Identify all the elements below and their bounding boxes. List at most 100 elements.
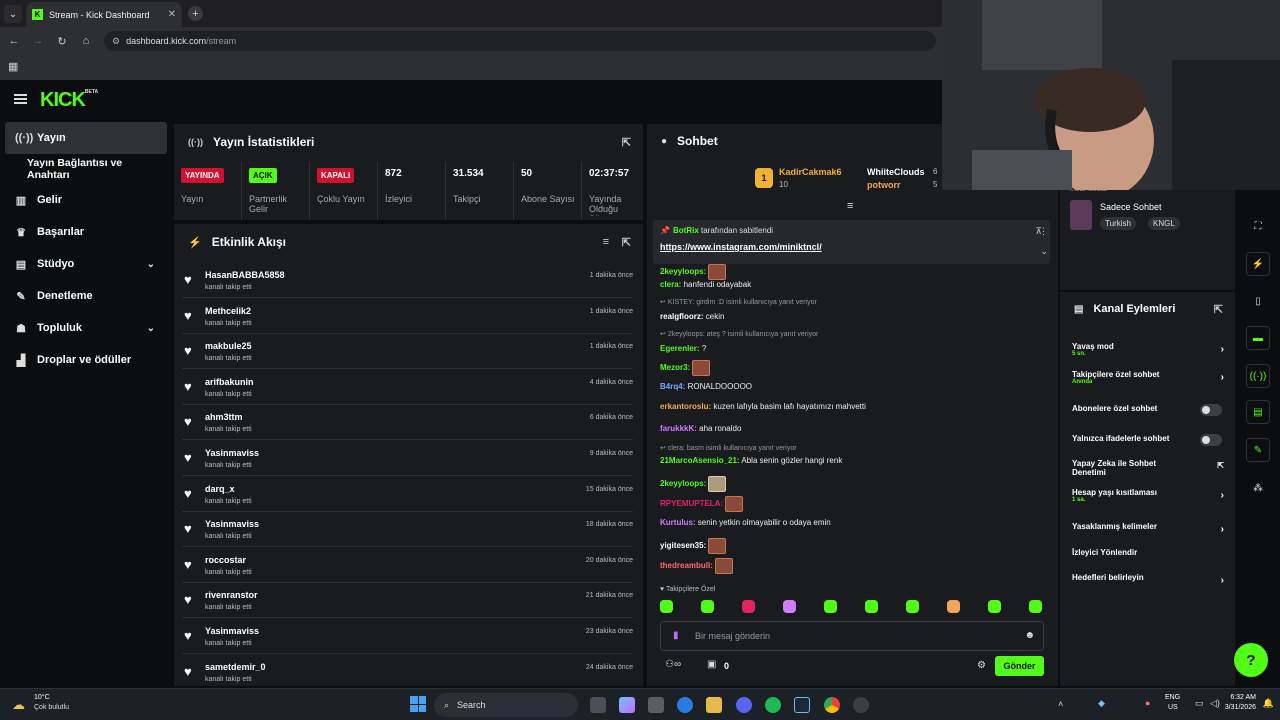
event-row[interactable]: ♥ Yasinmaviss kanalı takip etti 23 dakika ö…: [182, 620, 633, 654]
clock-date[interactable]: 3/31/2026: [1225, 704, 1256, 711]
chat-message[interactable]: RPYEMUPTELA:: [660, 496, 744, 512]
event-user[interactable]: darq_x: [205, 484, 235, 494]
actions-icon[interactable]: ▤: [1246, 400, 1270, 424]
emote-button[interactable]: [824, 600, 837, 613]
event-user[interactable]: rivenranstor: [205, 590, 258, 600]
site-info-icon[interactable]: ⚙: [112, 36, 120, 47]
popout-icon[interactable]: ⇱: [1214, 303, 1223, 316]
channel-action[interactable]: Hedefleri belirleyin ›: [1072, 573, 1224, 586]
sidebar-item-droplar[interactable]: ▟ Droplar ve ödüller: [5, 344, 167, 376]
tab-list-button[interactable]: ⌄: [4, 5, 22, 23]
event-user[interactable]: sametdemir_0: [205, 662, 266, 672]
menu-icon[interactable]: [14, 94, 27, 104]
wrench-icon[interactable]: ✎: [1246, 438, 1270, 462]
lang-code[interactable]: ENG: [1165, 694, 1180, 701]
leader-name[interactable]: WhiiteClouds: [867, 167, 925, 177]
sidebar-item-denetleme[interactable]: ✎ Denetleme: [5, 280, 167, 312]
lang-region[interactable]: US: [1168, 704, 1178, 711]
document-icon[interactable]: ▯: [1246, 289, 1270, 313]
broadcast-icon[interactable]: ((·)): [1246, 364, 1270, 388]
chat-username[interactable]: Kurtulus:: [660, 518, 696, 527]
tag-turkish[interactable]: Turkish: [1100, 217, 1136, 230]
sidebar-item-stream-key[interactable]: Yayın Bağlantısı ve Anahtarı: [5, 153, 167, 185]
emote-button[interactable]: [660, 600, 673, 613]
event-row[interactable]: ♥ HasanBABBA5858 kanalı takip etti 1 dakika…: [182, 264, 633, 298]
clock-time[interactable]: 6:32 AM: [1230, 694, 1256, 701]
channel-action[interactable]: Hesap yaşı kısıtlaması 1 sa. ›: [1072, 488, 1224, 503]
event-row[interactable]: ♥ arifbakunin kanalı takip etti 4 dakika ön…: [182, 371, 633, 405]
chat-message[interactable]: 2keyyloops:: [660, 264, 727, 280]
event-row[interactable]: ♥ makbule25 kanalı takip etti 1 dakika önce: [182, 335, 633, 370]
back-icon[interactable]: ←: [2, 35, 26, 47]
browser-tab[interactable]: K Stream - Kick Dashboard ✕: [26, 2, 182, 27]
discord-icon[interactable]: [736, 697, 752, 713]
chat-message[interactable]: clera: hanfendi odayabak: [660, 280, 751, 289]
mic-icon[interactable]: ▮: [673, 630, 679, 641]
chat-username[interactable]: Mezor3:: [660, 363, 690, 372]
kick-logo[interactable]: KICKBETA: [40, 89, 98, 112]
expand-icon[interactable]: ⛶: [1246, 214, 1270, 238]
event-row[interactable]: ♥ darq_x kanalı takip etti 15 dakika önce: [182, 478, 633, 512]
chat-username[interactable]: Egerenler:: [660, 344, 700, 353]
emote-button[interactable]: [742, 600, 755, 613]
chat-icon[interactable]: ▬: [1246, 326, 1270, 350]
home-icon[interactable]: ⌂: [74, 35, 98, 47]
url-field[interactable]: ⚙ dashboard.kick.com/stream: [104, 31, 936, 51]
steam-icon[interactable]: [794, 697, 810, 713]
emote-button[interactable]: [865, 600, 878, 613]
toggle-switch[interactable]: [1200, 434, 1222, 446]
event-user[interactable]: Yasinmaviss: [205, 519, 259, 529]
collapse-icon[interactable]: ≡: [847, 200, 853, 212]
network-icon[interactable]: ▭: [1195, 698, 1204, 709]
windows-start-icon[interactable]: [410, 696, 426, 712]
microphone-icon[interactable]: ●: [1145, 698, 1150, 708]
popout-icon[interactable]: ⇱: [622, 136, 631, 149]
chat-username[interactable]: 2keyyloops:: [660, 479, 706, 488]
chat-message[interactable]: realgfloorz: cekin: [660, 312, 724, 321]
event-user[interactable]: arifbakunin: [205, 377, 254, 387]
sidebar-item-yayin[interactable]: ((·)) Yayın: [5, 122, 167, 154]
chat-username[interactable]: RPYEMUPTELA:: [660, 499, 723, 508]
emote-button[interactable]: [1029, 600, 1042, 613]
chat-username[interactable]: 2keyyloops:: [660, 267, 706, 276]
channel-action[interactable]: İzleyici Yönlendir: [1072, 548, 1224, 557]
chat-username[interactable]: yigitesen35:: [660, 541, 706, 550]
event-row[interactable]: ♥ Yasinmaviss kanalı takip etti 18 dakika ö…: [182, 513, 633, 548]
chat-message[interactable]: Egerenler: ?: [660, 344, 706, 353]
channel-action[interactable]: Yasaklanmış kelimeler ›: [1072, 522, 1224, 535]
taskbar-search[interactable]: ⌕ Search: [434, 693, 578, 717]
chat-message[interactable]: yigitesen35:: [660, 538, 727, 554]
event-row[interactable]: ♥ rivenranstor kanalı takip etti 21 dakika …: [182, 584, 633, 619]
leader-name[interactable]: potworr: [867, 180, 901, 190]
more-icon[interactable]: ⋮: [1039, 226, 1048, 237]
chrome-icon[interactable]: [824, 697, 840, 713]
event-row[interactable]: ♥ ahm3ttm kanalı takip etti 6 dakika önce: [182, 406, 633, 441]
chat-message[interactable]: Kurtulus: senin yetkin olmayabilir o oda…: [660, 518, 831, 527]
emote-button[interactable]: [783, 600, 796, 613]
chevron-down-icon[interactable]: ⌄: [1040, 246, 1048, 257]
help-icon[interactable]: ?: [1234, 643, 1268, 677]
chat-message[interactable]: 21MarcoAsensio_21: Abla senin gözler han…: [660, 456, 842, 465]
sidebar-item-gelir[interactable]: ▥ Gelir: [5, 184, 167, 216]
chat-username[interactable]: thedreambull:: [660, 561, 713, 570]
chat-input[interactable]: ▮ Bir mesaj gönderin ☻: [660, 621, 1044, 651]
chat-username[interactable]: realgfloorz:: [660, 312, 704, 321]
channel-action[interactable]: Yapay Zeka ile Sohbet Denetimi ⇱: [1072, 459, 1224, 477]
filter-icon[interactable]: ≡: [603, 236, 609, 248]
toggle-switch[interactable]: [1200, 404, 1222, 416]
channel-action[interactable]: Yavaş mod 5 sn. ›: [1072, 342, 1224, 357]
emote-button[interactable]: [988, 600, 1001, 613]
chat-message[interactable]: 2keyyloops:: [660, 476, 727, 492]
apps-grid-icon[interactable]: ▦: [8, 60, 18, 73]
leader-name[interactable]: KadirCakmak6: [779, 167, 842, 177]
tray-expand-icon[interactable]: ˄: [1058, 699, 1063, 709]
event-row[interactable]: ♥ sametdemir_0 kanalı takip etti 24 dakika …: [182, 656, 633, 686]
sidebar-item-studyo[interactable]: ▤ Stüdyo ⌄: [5, 248, 167, 280]
channel-action[interactable]: Takipçilere özel sohbet Anında ›: [1072, 370, 1224, 385]
popout-icon[interactable]: ⇱: [622, 236, 631, 249]
copilot-icon[interactable]: [619, 697, 635, 713]
event-row[interactable]: ♥ Methcelik2 kanalı takip etti 1 dakika önc…: [182, 300, 633, 334]
tray-app-icon[interactable]: ◆: [1098, 698, 1105, 709]
chat-message[interactable]: thedreambull:: [660, 558, 734, 574]
tab-close-icon[interactable]: ✕: [168, 9, 176, 20]
